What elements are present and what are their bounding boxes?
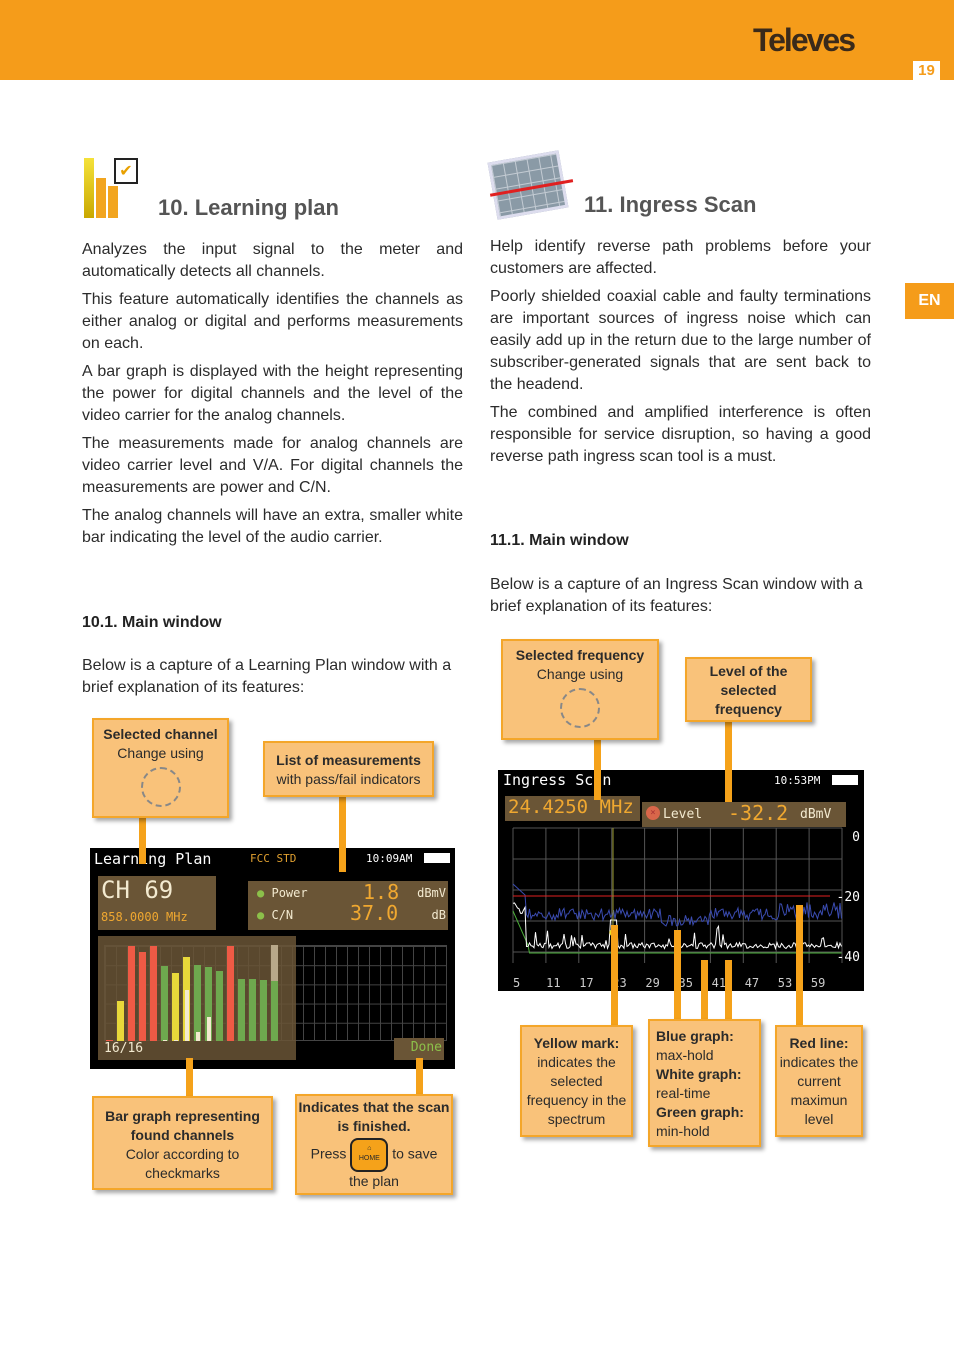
channel-bar — [249, 978, 256, 1041]
intro: Below is a capture of an Ingress Scan wi… — [490, 576, 863, 615]
channel-number: CH 69 — [101, 876, 174, 904]
audio-bar — [185, 990, 189, 1041]
callout-graphs: Blue graph: max-hold White graph: real-tim… — [648, 1019, 761, 1147]
paragraph: The combined and amplified interference … — [490, 404, 871, 465]
paragraph: A bar graph is displayed with the height… — [82, 363, 463, 424]
callout-yellow-mark: Yellow mark: indicates the selected frequ… — [520, 1025, 633, 1137]
rotary-knob-icon — [140, 767, 181, 807]
x-tick: 5 — [513, 976, 520, 990]
paragraph: This feature automatically identifies th… — [82, 291, 463, 352]
audio-bar — [163, 1040, 167, 1041]
measurements-panel: ● Power 1.8 dBmV ● C/N 37.0 dB — [248, 880, 448, 930]
channel-bar — [227, 945, 234, 1041]
audio-bar — [196, 1032, 200, 1041]
home-key-icon: ⌂ HOME — [350, 1138, 389, 1172]
language-tab[interactable]: EN — [905, 283, 954, 319]
x-tick: 29 — [645, 976, 659, 990]
intro: Below is a capture of a Learning Plan wi… — [82, 657, 452, 696]
arrow — [725, 960, 732, 1020]
callout-measurements: List of measurements with pass/fail indic… — [263, 741, 434, 797]
channel-bar — [238, 978, 245, 1041]
callout-red-line: Red line: indicates the current maximun l… — [775, 1025, 863, 1137]
x-tick: 53 — [778, 976, 792, 990]
arrow — [594, 740, 601, 800]
left-body: Analyzes the input signal to the meter a… — [82, 239, 463, 549]
y-tick: -20 — [837, 890, 860, 905]
learning-plan-screen: Learning Plan FCC STD 10:09AM CH 69 858.… — [90, 848, 455, 1069]
arrow — [701, 960, 708, 1020]
x-tick: 41 — [712, 976, 726, 990]
ingress-scan-icon — [487, 150, 574, 220]
channel-bar — [128, 945, 135, 1041]
section-title: 11. Ingress Scan — [584, 192, 757, 217]
channel-bar — [172, 972, 179, 1041]
arrow — [186, 1058, 193, 1096]
battery-icon — [424, 853, 450, 863]
measurement-row: ● C/N — [257, 908, 293, 922]
ingress-scan-screen: Ingress Scan 10:53PM 24.4250 MHz × Level… — [498, 770, 864, 991]
channel-bar — [139, 951, 146, 1041]
callout-level: Level of the selected frequency — [685, 657, 812, 722]
arrow — [725, 722, 732, 802]
callout-selected-channel: Selected channel Change using — [92, 718, 229, 818]
spectrum-plot: 0-20-405 11 17 23 29 35 41 47 53 59 — [512, 827, 860, 990]
bar-graph: 16/16 — [98, 936, 296, 1060]
channel-bar — [260, 979, 267, 1041]
label: C/N — [271, 908, 294, 922]
channel-bar — [271, 980, 278, 1041]
televes-logo: Televes — [752, 22, 856, 58]
audio-bar — [174, 1040, 178, 1041]
done-indicator: Done — [394, 1038, 444, 1060]
paragraph: Help identify reverse path problems befo… — [490, 238, 871, 277]
callout-bar-graph: Bar graph representing found channels Col… — [92, 1096, 273, 1190]
y-tick: -40 — [837, 950, 860, 965]
paragraph: The analog channels will have an extra, … — [82, 507, 463, 546]
x-tick: 11 — [546, 976, 560, 990]
measurement-row: ● Power — [257, 886, 308, 900]
channel-bar — [150, 945, 157, 1041]
paragraph: Poorly shielded coaxial cable and faulty… — [490, 288, 871, 393]
right-body: Help identify reverse path problems befo… — [490, 236, 871, 468]
check-icon: ● — [257, 908, 265, 922]
screen-title: Learning Plan — [94, 850, 212, 868]
channel-bar — [117, 1000, 124, 1041]
x-tick: 17 — [579, 976, 593, 990]
channel-count: 16/16 — [104, 1041, 144, 1056]
channel-panel[interactable]: CH 69 858.0000 MHz — [98, 876, 216, 930]
arrow — [139, 818, 146, 864]
unit: dBmV — [417, 886, 446, 900]
subsection-title: 11.1. Main window — [490, 532, 629, 549]
y-tick: 0 — [852, 830, 860, 845]
arrow — [416, 1058, 423, 1096]
cn-value: 37.0 — [350, 901, 399, 925]
standard: FCC STD — [250, 852, 297, 865]
unit: dB — [431, 908, 446, 922]
paragraph: The measurements made for analog channel… — [82, 435, 463, 496]
label: Power — [271, 886, 308, 900]
arrow — [611, 925, 618, 1025]
channel-bar — [161, 966, 168, 1041]
subsection-title: 10.1. Main window — [82, 614, 222, 631]
x-tick: 59 — [811, 976, 825, 990]
callout-done: Indicates that the scan is finished. Pre… — [295, 1094, 453, 1195]
callout-selected-frequency: Selected frequency Change using — [501, 639, 659, 740]
arrow — [674, 930, 681, 1020]
arrow — [339, 797, 346, 872]
channel-bar — [194, 965, 201, 1041]
audio-bar — [207, 1017, 211, 1041]
section-title: 10. Learning plan — [158, 195, 339, 220]
arrow — [796, 905, 803, 1025]
channel-bar — [216, 970, 223, 1041]
page-number: 19 — [913, 61, 940, 80]
rotary-knob-icon — [560, 688, 600, 728]
paragraph: Analyzes the input signal to the meter a… — [82, 241, 463, 280]
check-icon: ● — [257, 886, 265, 900]
x-tick: 47 — [745, 976, 759, 990]
channel-frequency: 858.0000 MHz — [101, 910, 188, 924]
clock: 10:09AM — [366, 852, 413, 865]
learning-plan-icon: ✔ — [82, 156, 140, 220]
